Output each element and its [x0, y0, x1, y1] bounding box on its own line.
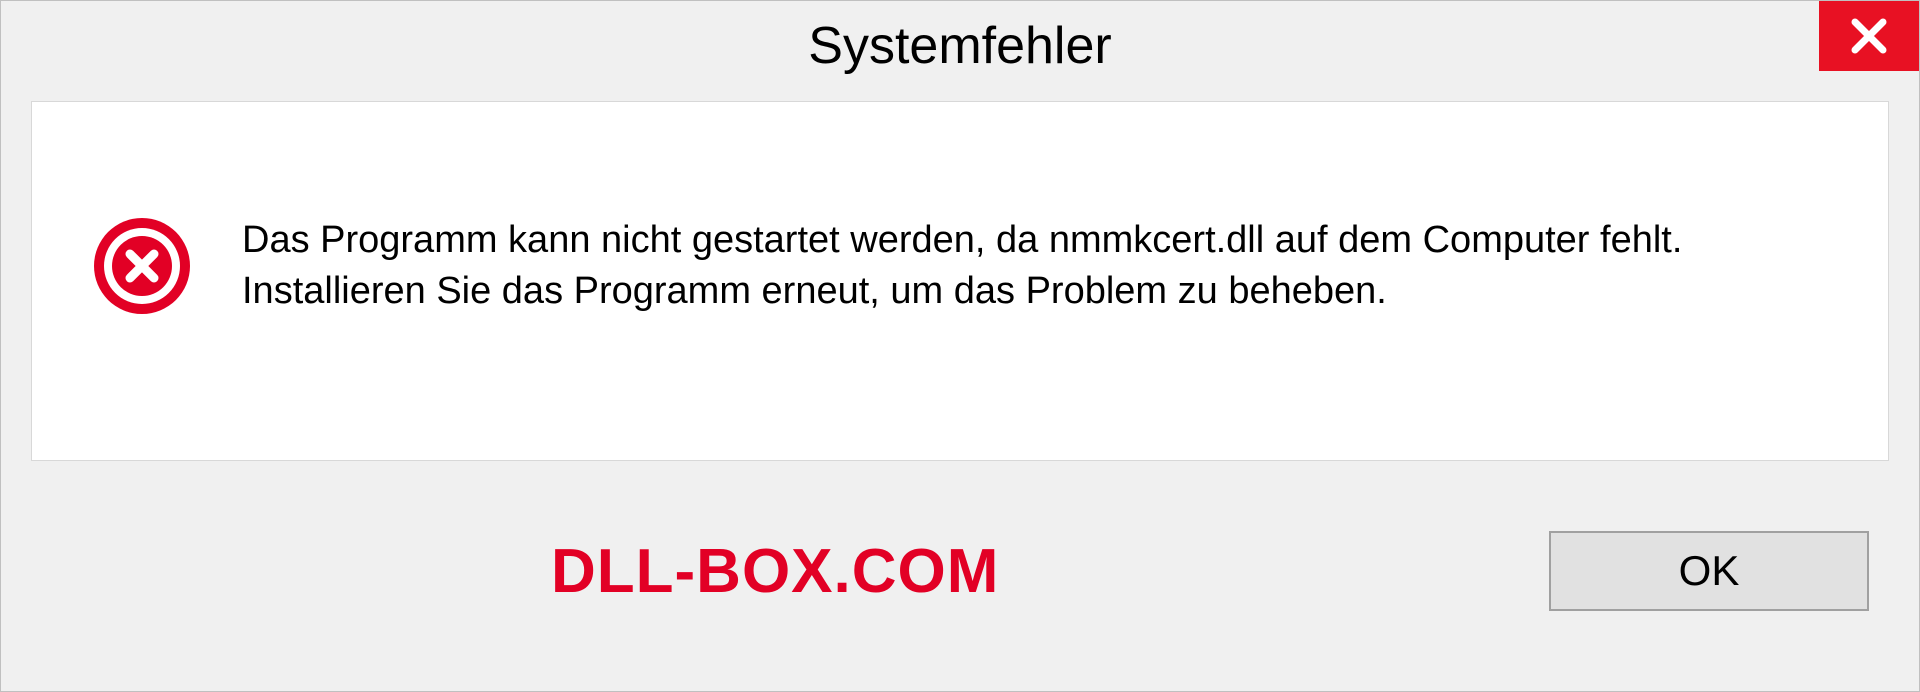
dialog-footer: DLL-BOX.COM OK [1, 481, 1919, 661]
close-icon [1848, 15, 1890, 57]
content-area: Das Programm kann nicht gestartet werden… [31, 101, 1889, 461]
close-button[interactable] [1819, 1, 1919, 71]
error-dialog: Systemfehler Das Programm kann nicht ges… [0, 0, 1920, 692]
ok-button[interactable]: OK [1549, 531, 1869, 611]
error-icon [92, 216, 192, 316]
dialog-title: Systemfehler [808, 16, 1111, 76]
watermark-text: DLL-BOX.COM [551, 536, 999, 607]
error-message: Das Programm kann nicht gestartet werden… [242, 215, 1838, 318]
title-bar: Systemfehler [1, 1, 1919, 91]
